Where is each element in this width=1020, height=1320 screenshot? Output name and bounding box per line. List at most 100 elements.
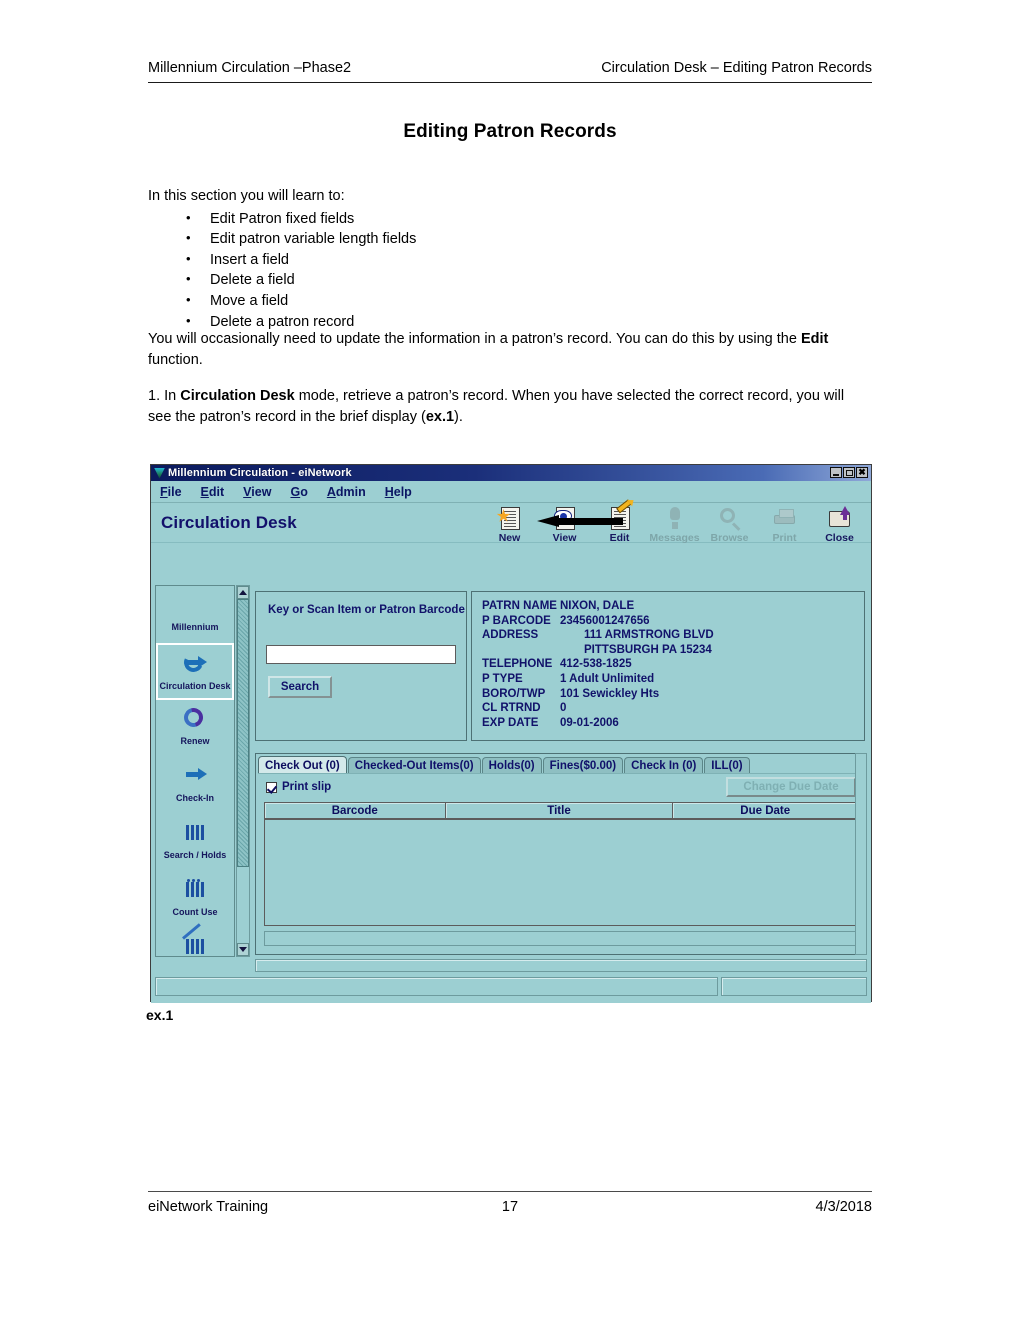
view-holds-icon — [179, 923, 211, 956]
change-due-date-button[interactable]: Change Due Date — [726, 777, 856, 797]
search-holds-icon — [179, 817, 211, 849]
column-header-due-date[interactable]: Due Date — [673, 803, 857, 818]
sidebar-item-count-use[interactable]: Count Use — [156, 871, 234, 928]
print-slip-option[interactable]: Print slip — [266, 781, 331, 793]
patron-field-value: 111 ARMSTRONG BLVD — [584, 629, 714, 642]
patron-field-row: PITTSBURGH PA 15234 — [482, 643, 714, 658]
patron-field-label: ADDRESS — [482, 629, 539, 642]
toolbar: New View Edit Messages Browse Print Clos… — [482, 499, 867, 547]
patron-fields: PATRN NAME NIXON, DALE P BARCODE 234560012… — [482, 599, 714, 730]
list-item: Move a field — [148, 290, 848, 312]
header-divider — [148, 82, 872, 83]
patron-field-value: 23456001247656 — [560, 614, 650, 627]
header-left-text: Millennium Circulation –Phase2 — [148, 60, 352, 76]
document-header: Millennium Circulation –Phase2 Circulati… — [148, 60, 872, 76]
menu-edit[interactable]: Edit — [201, 485, 225, 499]
menu-view[interactable]: View — [243, 485, 271, 499]
tab-checked-out-items[interactable]: Checked-Out Items(0) — [347, 757, 481, 774]
patron-field-row: CL RTRND 0 — [482, 701, 714, 716]
tab-fines[interactable]: Fines($0.00) — [542, 757, 624, 774]
checkout-table-horizontal-scrollbar[interactable] — [264, 931, 858, 946]
status-bar-upper — [255, 959, 867, 972]
menu-help[interactable]: Help — [385, 485, 412, 499]
menu-admin[interactable]: Admin — [327, 485, 366, 499]
maximize-icon[interactable] — [843, 467, 855, 478]
sidebar-label-renew: Renew — [180, 736, 210, 746]
sidebar-scroll-track[interactable] — [237, 599, 249, 943]
learning-objectives-list: Edit Patron fixed fields Edit patron var… — [148, 188, 848, 332]
tab-ill[interactable]: ILL(0) — [704, 757, 750, 774]
toolbar-button-messages[interactable]: Messages — [647, 503, 702, 544]
millennium-circulation-window: Millennium Circulation - eiNetwork ✖ Fil… — [150, 464, 872, 1003]
toolbar-label-view: View — [552, 532, 577, 544]
checkout-table-body[interactable] — [264, 819, 858, 926]
header-right-text: Circulation Desk – Editing Patron Record… — [601, 60, 872, 76]
paragraph-1-part-b: function. — [148, 352, 203, 368]
list-item: Insert a field — [148, 249, 848, 271]
sidebar-scrollbar[interactable] — [236, 585, 250, 957]
patron-field-row: ADDRESS 111 ARMSTRONG BLVD — [482, 628, 714, 643]
tab-label-check-in: Check In (0) — [631, 760, 697, 772]
window-title: Millennium Circulation - eiNetwork — [168, 467, 352, 479]
page-title: Editing Patron Records — [403, 121, 617, 142]
document-footer: eiNetwork Training 17 4/3/2018 — [148, 1199, 872, 1215]
footer-page-number: 17 — [501, 1199, 519, 1215]
patron-field-value: 412-538-1825 — [560, 658, 632, 671]
footer-date: 4/3/2018 — [815, 1199, 872, 1215]
menu-view-rest: iew — [251, 484, 272, 499]
minimize-icon[interactable] — [830, 467, 842, 478]
toolbar-button-new[interactable]: New — [482, 503, 537, 544]
browse-magnifier-icon — [717, 506, 743, 531]
sidebar-label-millennium: Millennium — [171, 622, 219, 632]
patron-field-value: 101 Sewickley Hts — [560, 687, 660, 700]
tabstrip: Check Out (0) Checked-Out Items(0) Holds… — [258, 756, 750, 774]
toolbar-button-print[interactable]: Print — [757, 503, 812, 544]
search-button-label: Search — [280, 681, 320, 693]
sidebar-item-view-holds[interactable]: View Holds — [156, 923, 234, 956]
toolbar-button-browse[interactable]: Browse — [702, 503, 757, 544]
count-use-icon — [179, 874, 211, 906]
circulation-desk-icon — [179, 648, 211, 680]
patron-field-label: PATRN NAME — [482, 600, 557, 612]
tab-label-holds: Holds(0) — [488, 760, 535, 772]
menu-go[interactable]: Go — [290, 485, 307, 499]
menubar: File Edit View Go Admin Help — [151, 481, 871, 503]
sidebar-item-check-in[interactable]: Check-In — [156, 757, 234, 814]
search-button[interactable]: Search — [268, 676, 332, 698]
paragraph-step-1: 1. In Circulation Desk mode, retrieve a … — [148, 386, 848, 428]
toolbar-label-edit: Edit — [609, 532, 630, 544]
close-icon[interactable]: ✖ — [856, 467, 868, 478]
print-slip-checkbox[interactable] — [266, 781, 277, 793]
sidebar-item-millennium[interactable]: Millennium — [156, 586, 234, 643]
menu-file[interactable]: File — [160, 485, 182, 499]
search-input[interactable] — [266, 645, 456, 664]
sidebar-scroll-thumb[interactable] — [237, 599, 249, 868]
sidebar-label-circulation-desk: Circulation Desk — [159, 681, 231, 691]
sidebar-item-circulation-desk[interactable]: Circulation Desk — [156, 643, 234, 700]
messages-icon — [662, 506, 688, 531]
change-due-date-label: Change Due Date — [743, 781, 839, 793]
tab-check-in[interactable]: Check In (0) — [624, 757, 704, 774]
tab-check-out[interactable]: Check Out (0) — [258, 756, 347, 774]
navigation-sidebar: Millennium Circulation Desk Renew Check-… — [155, 585, 235, 957]
patron-field-row: EXP DATE 09-01-2006 — [482, 716, 714, 731]
content-scroll-track[interactable] — [856, 754, 866, 954]
new-document-icon — [496, 506, 523, 531]
patron-field-label: P TYPE — [482, 672, 523, 685]
column-header-barcode[interactable]: Barcode — [265, 803, 446, 818]
sidebar-item-renew[interactable]: Renew — [156, 700, 234, 757]
menu-admin-rest: dmin — [335, 484, 366, 499]
scroll-up-arrow-icon[interactable] — [237, 586, 249, 599]
close-folder-icon — [827, 506, 853, 531]
paragraph-2-bold-2: ex.1 — [425, 409, 455, 425]
figure-caption: ex.1 — [146, 1007, 174, 1023]
column-header-title[interactable]: Title — [445, 803, 674, 818]
sidebar-item-search-holds[interactable]: Search / Holds — [156, 814, 234, 871]
content-scrollbar[interactable] — [855, 753, 867, 955]
patron-field-label: EXP DATE — [482, 716, 539, 729]
toolbar-button-close[interactable]: Close — [812, 503, 867, 544]
tab-holds[interactable]: Holds(0) — [481, 757, 542, 774]
toolbar-button-edit[interactable]: Edit — [537, 499, 647, 544]
circulation-tab-panel: Check Out (0) Checked-Out Items(0) Holds… — [255, 753, 867, 955]
scroll-down-arrow-icon[interactable] — [237, 943, 249, 956]
